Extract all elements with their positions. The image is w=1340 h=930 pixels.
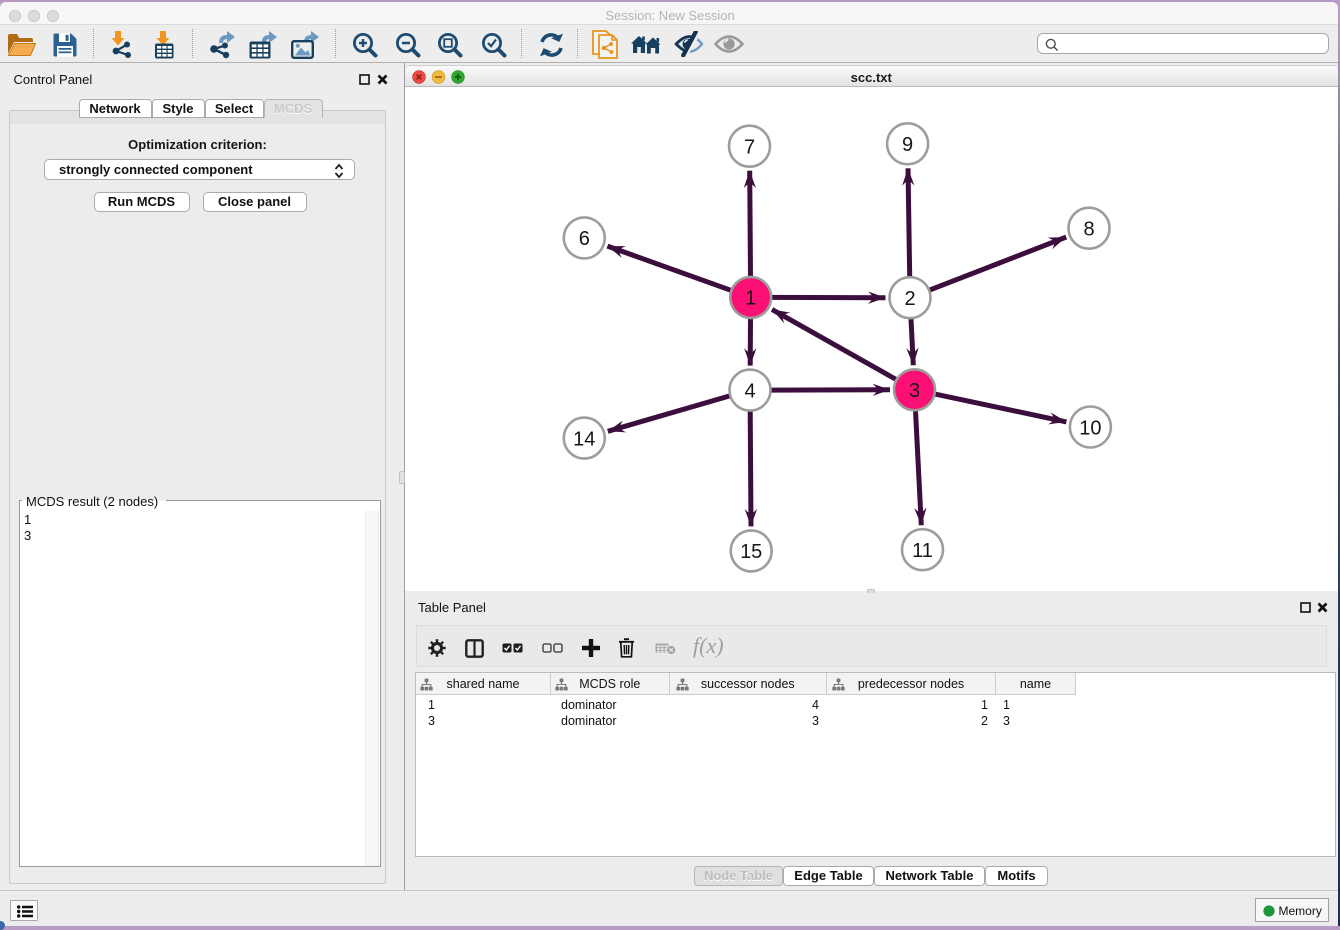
svg-text:9: 9 (902, 134, 913, 156)
svg-text:2: 2 (904, 288, 915, 310)
svg-text:14: 14 (573, 428, 595, 450)
svg-text:4: 4 (744, 380, 755, 402)
svg-text:6: 6 (579, 228, 590, 250)
svg-text:8: 8 (1083, 219, 1094, 241)
svg-text:10: 10 (1079, 417, 1101, 439)
svg-text:7: 7 (744, 137, 755, 159)
svg-text:3: 3 (909, 380, 920, 402)
svg-text:1: 1 (745, 288, 756, 310)
svg-text:15: 15 (740, 541, 762, 563)
svg-text:11: 11 (912, 540, 933, 562)
